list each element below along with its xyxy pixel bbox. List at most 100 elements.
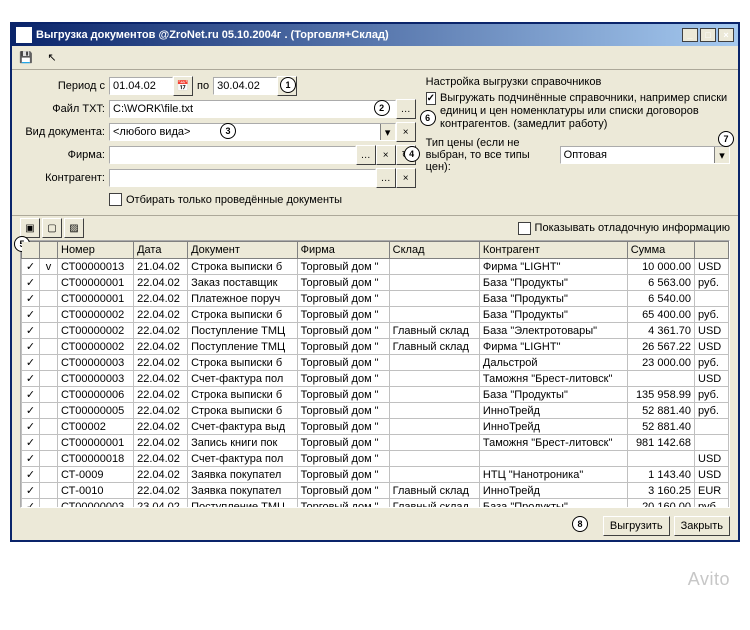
cell (40, 339, 58, 355)
cell: 52 881.40 (627, 419, 694, 435)
file-browse-button[interactable]: … (396, 99, 416, 119)
column-header[interactable]: Сумма (627, 242, 694, 259)
doctype-label: Вид документа: (20, 126, 105, 138)
only-posted-check[interactable]: Отбирать только проведённые документы (109, 193, 342, 206)
cell (40, 499, 58, 509)
table-row[interactable]: ✓СТ0000000122.04.02Платежное поручТоргов… (22, 291, 729, 307)
documents-grid[interactable]: НомерДатаДокументФирмаСкладКонтрагентСум… (20, 240, 730, 508)
maximize-button[interactable]: □ (700, 28, 716, 42)
cell: СТ00000003 (58, 355, 134, 371)
contragent-browse-button[interactable]: … (376, 168, 396, 188)
cell: USD (695, 467, 729, 483)
cell: ✓ (22, 499, 40, 509)
cell: СТ00000002 (58, 307, 134, 323)
table-row[interactable]: ✓СТ0000222.04.02Счет-фактура выдТорговый… (22, 419, 729, 435)
cell: 22.04.02 (134, 451, 188, 467)
cell (389, 371, 479, 387)
period-to-input[interactable] (213, 77, 277, 95)
cell: Строка выписки б (188, 403, 298, 419)
cell: Торговый дом " (297, 259, 389, 275)
cell (40, 483, 58, 499)
cell: 23.04.02 (134, 499, 188, 509)
cell: 22.04.02 (134, 403, 188, 419)
contragent-clear-button[interactable]: × (396, 168, 416, 188)
cell: USD (695, 323, 729, 339)
cell: База "Электротовары" (479, 323, 627, 339)
select-all-button[interactable]: ▣ (20, 218, 40, 238)
table-row[interactable]: ✓СТ0000000323.04.02Поступление ТМЦТоргов… (22, 499, 729, 509)
chevron-down-icon[interactable]: ▾ (380, 124, 395, 140)
contragent-input[interactable] (109, 169, 376, 187)
firm-clear-button[interactable]: × (376, 145, 396, 165)
doctype-clear-button[interactable]: × (396, 122, 416, 142)
table-row[interactable]: ✓СТ0000001822.04.02Счет-фактура полТорго… (22, 451, 729, 467)
price-type-combo[interactable]: Оптовая ▾ (560, 146, 730, 164)
table-row[interactable]: ✓СТ0000000222.04.02Строка выписки бТорго… (22, 307, 729, 323)
table-row[interactable]: ✓СТ0000000222.04.02Поступление ТМЦТоргов… (22, 323, 729, 339)
toolbar-cursor-icon[interactable]: ↖ (42, 48, 62, 68)
column-header[interactable]: Документ (188, 242, 298, 259)
settings-title: Настройка выгрузки справочников (426, 76, 730, 88)
cell: 23 000.00 (627, 355, 694, 371)
cell (627, 451, 694, 467)
cell: Главный склад (389, 323, 479, 339)
table-row[interactable]: ✓СТ-000922.04.02Заявка покупателТорговый… (22, 467, 729, 483)
show-debug-check[interactable]: Показывать отладочную информацию (518, 222, 730, 235)
callout-6: 6 (420, 110, 436, 126)
table-row[interactable]: ✓СТ-001022.04.02Заявка покупателТорговый… (22, 483, 729, 499)
invert-select-button[interactable]: ▨ (64, 218, 84, 238)
minimize-button[interactable]: _ (682, 28, 698, 42)
close-button[interactable]: Закрыть (674, 516, 730, 536)
toolbar-save-icon[interactable]: 💾 (16, 48, 36, 68)
cell: руб. (695, 403, 729, 419)
table-row[interactable]: ✓СТ0000000122.04.02Заказ поставщикТоргов… (22, 275, 729, 291)
cell: USD (695, 259, 729, 275)
column-header[interactable]: Номер (58, 242, 134, 259)
table-row[interactable]: ✓СТ0000000122.04.02Запись книги покТорго… (22, 435, 729, 451)
column-header[interactable] (695, 242, 729, 259)
period-to-label: по (197, 80, 209, 92)
table-row[interactable]: ✓СТ0000000522.04.02Строка выписки бТорго… (22, 403, 729, 419)
table-row[interactable]: ✓СТ0000000322.04.02Строка выписки бТорго… (22, 355, 729, 371)
cell: Счет-фактура выд (188, 419, 298, 435)
cell: 22.04.02 (134, 371, 188, 387)
cell: 22.04.02 (134, 355, 188, 371)
sub-dict-check[interactable]: ✓ Выгружать подчинённые справочники, нап… (426, 92, 730, 131)
cell: 10 000.00 (627, 259, 694, 275)
cell: 22.04.02 (134, 483, 188, 499)
period-from-picker-icon[interactable]: 📅 (173, 76, 193, 96)
table-row[interactable]: ✓vСТ0000001321.04.02Строка выписки бТорг… (22, 259, 729, 275)
period-from-input[interactable] (109, 77, 173, 95)
cell: Торговый дом " (297, 451, 389, 467)
firm-label: Фирма: (20, 149, 105, 161)
firm-input[interactable] (109, 146, 356, 164)
cell: Счет-фактура пол (188, 371, 298, 387)
chevron-down-icon[interactable]: ▾ (714, 147, 729, 163)
cell: Торговый дом " (297, 291, 389, 307)
cell: СТ00000002 (58, 339, 134, 355)
close-window-button[interactable]: × (718, 28, 734, 42)
column-header[interactable]: Дата (134, 242, 188, 259)
table-row[interactable]: ✓СТ0000000222.04.02Поступление ТМЦТоргов… (22, 339, 729, 355)
column-header[interactable]: Фирма (297, 242, 389, 259)
cell: База "Продукты" (479, 307, 627, 323)
cell: Торговый дом " (297, 275, 389, 291)
doctype-combo[interactable]: <любого вида> ▾ (109, 123, 396, 141)
file-input[interactable] (109, 100, 396, 118)
cell: Главный склад (389, 339, 479, 355)
doctype-value: <любого вида> (110, 126, 380, 138)
column-header[interactable]: Склад (389, 242, 479, 259)
export-button[interactable]: Выгрузить (603, 516, 670, 536)
firm-browse-button[interactable]: … (356, 145, 376, 165)
cell: руб. (695, 355, 729, 371)
column-header[interactable] (40, 242, 58, 259)
table-row[interactable]: ✓СТ0000000622.04.02Строка выписки бТорго… (22, 387, 729, 403)
cell: ИнноТрейд (479, 419, 627, 435)
column-header[interactable] (22, 242, 40, 259)
callout-8: 8 (572, 516, 588, 532)
callout-2: 2 (374, 100, 390, 116)
cell: руб. (695, 275, 729, 291)
select-none-button[interactable]: ▢ (42, 218, 62, 238)
column-header[interactable]: Контрагент (479, 242, 627, 259)
table-row[interactable]: ✓СТ0000000322.04.02Счет-фактура полТорго… (22, 371, 729, 387)
